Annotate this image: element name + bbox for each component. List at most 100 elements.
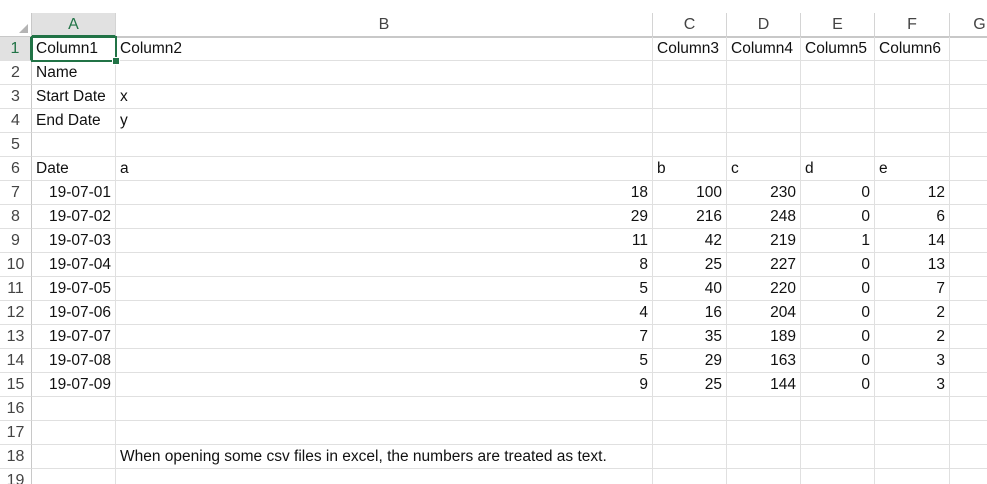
row-header-7[interactable]: 7 xyxy=(0,181,32,205)
cell-g5[interactable] xyxy=(950,133,987,157)
cell-g14[interactable] xyxy=(950,349,987,373)
cell-e17[interactable] xyxy=(801,421,875,445)
cell-c15[interactable]: 25 xyxy=(653,373,727,397)
cell-f3[interactable] xyxy=(875,85,950,109)
cell-b19[interactable] xyxy=(116,469,653,484)
cell-c3[interactable] xyxy=(653,85,727,109)
cell-g15[interactable] xyxy=(950,373,987,397)
cell-c19[interactable] xyxy=(653,469,727,484)
cell-g2[interactable] xyxy=(950,61,987,85)
row-header-2[interactable]: 2 xyxy=(0,61,32,85)
cell-f15[interactable]: 3 xyxy=(875,373,950,397)
cell-c18[interactable] xyxy=(653,445,727,469)
cell-b8[interactable]: 29 xyxy=(116,205,653,229)
cell-a1[interactable]: Column1 xyxy=(31,36,117,62)
cell-d1[interactable]: Column4 xyxy=(727,37,801,61)
cell-f2[interactable] xyxy=(875,61,950,85)
cell-f10[interactable]: 13 xyxy=(875,253,950,277)
cell-a11[interactable]: 19-07-05 xyxy=(32,277,116,301)
cell-f14[interactable]: 3 xyxy=(875,349,950,373)
cell-b12[interactable]: 4 xyxy=(116,301,653,325)
cell-f18[interactable] xyxy=(875,445,950,469)
cell-a4[interactable]: End Date xyxy=(32,109,116,133)
cell-d15[interactable]: 144 xyxy=(727,373,801,397)
cell-e4[interactable] xyxy=(801,109,875,133)
row-header-9[interactable]: 9 xyxy=(0,229,32,253)
cell-a12[interactable]: 19-07-06 xyxy=(32,301,116,325)
cell-d5[interactable] xyxy=(727,133,801,157)
cell-e15[interactable]: 0 xyxy=(801,373,875,397)
cell-a2[interactable]: Name xyxy=(32,61,116,85)
cell-d12[interactable]: 204 xyxy=(727,301,801,325)
cell-e12[interactable]: 0 xyxy=(801,301,875,325)
cell-f11[interactable]: 7 xyxy=(875,277,950,301)
column-header-d[interactable]: D xyxy=(727,13,801,37)
cell-c13[interactable]: 35 xyxy=(653,325,727,349)
cell-e11[interactable]: 0 xyxy=(801,277,875,301)
cell-b5[interactable] xyxy=(116,133,653,157)
cell-b18[interactable]: When opening some csv files in excel, th… xyxy=(116,445,653,469)
cell-b15[interactable]: 9 xyxy=(116,373,653,397)
row-header-19[interactable]: 19 xyxy=(0,469,32,484)
cell-b1[interactable]: Column2 xyxy=(116,37,653,61)
cell-g9[interactable] xyxy=(950,229,987,253)
cell-g11[interactable] xyxy=(950,277,987,301)
row-header-18[interactable]: 18 xyxy=(0,445,32,469)
cell-f4[interactable] xyxy=(875,109,950,133)
cell-b7[interactable]: 18 xyxy=(116,181,653,205)
cell-b10[interactable]: 8 xyxy=(116,253,653,277)
cell-b2[interactable] xyxy=(116,61,653,85)
row-header-15[interactable]: 15 xyxy=(0,373,32,397)
cell-g13[interactable] xyxy=(950,325,987,349)
cell-c4[interactable] xyxy=(653,109,727,133)
cell-f17[interactable] xyxy=(875,421,950,445)
column-header-g[interactable]: G xyxy=(950,13,987,37)
cell-e14[interactable]: 0 xyxy=(801,349,875,373)
row-header-17[interactable]: 17 xyxy=(0,421,32,445)
cell-c14[interactable]: 29 xyxy=(653,349,727,373)
cell-e18[interactable] xyxy=(801,445,875,469)
row-header-13[interactable]: 13 xyxy=(0,325,32,349)
cell-d8[interactable]: 248 xyxy=(727,205,801,229)
cell-f8[interactable]: 6 xyxy=(875,205,950,229)
cell-f7[interactable]: 12 xyxy=(875,181,950,205)
cell-g16[interactable] xyxy=(950,397,987,421)
cell-a3[interactable]: Start Date xyxy=(32,85,116,109)
row-header-6[interactable]: 6 xyxy=(0,157,32,181)
cell-b3[interactable]: x xyxy=(116,85,653,109)
cell-g6[interactable] xyxy=(950,157,987,181)
cell-c11[interactable]: 40 xyxy=(653,277,727,301)
cell-a17[interactable] xyxy=(32,421,116,445)
cell-e19[interactable] xyxy=(801,469,875,484)
cell-d7[interactable]: 230 xyxy=(727,181,801,205)
cell-c12[interactable]: 16 xyxy=(653,301,727,325)
cell-a19[interactable] xyxy=(32,469,116,484)
row-header-11[interactable]: 11 xyxy=(0,277,32,301)
cell-a18[interactable] xyxy=(32,445,116,469)
cell-b6[interactable]: a xyxy=(116,157,653,181)
cell-c17[interactable] xyxy=(653,421,727,445)
row-header-16[interactable]: 16 xyxy=(0,397,32,421)
cell-c2[interactable] xyxy=(653,61,727,85)
cell-e2[interactable] xyxy=(801,61,875,85)
cell-f1[interactable]: Column6 xyxy=(875,37,950,61)
cell-a7[interactable]: 19-07-01 xyxy=(32,181,116,205)
row-header-8[interactable]: 8 xyxy=(0,205,32,229)
cell-d2[interactable] xyxy=(727,61,801,85)
select-all-corner[interactable] xyxy=(0,13,32,37)
cell-a5[interactable] xyxy=(32,133,116,157)
cell-a15[interactable]: 19-07-09 xyxy=(32,373,116,397)
cell-a8[interactable]: 19-07-02 xyxy=(32,205,116,229)
cell-e8[interactable]: 0 xyxy=(801,205,875,229)
cell-f12[interactable]: 2 xyxy=(875,301,950,325)
cell-b9[interactable]: 11 xyxy=(116,229,653,253)
cell-b14[interactable]: 5 xyxy=(116,349,653,373)
cell-a9[interactable]: 19-07-03 xyxy=(32,229,116,253)
cell-d10[interactable]: 227 xyxy=(727,253,801,277)
cell-g17[interactable] xyxy=(950,421,987,445)
cell-e10[interactable]: 0 xyxy=(801,253,875,277)
column-header-b[interactable]: B xyxy=(116,13,653,37)
cell-d3[interactable] xyxy=(727,85,801,109)
cell-e7[interactable]: 0 xyxy=(801,181,875,205)
cell-c16[interactable] xyxy=(653,397,727,421)
